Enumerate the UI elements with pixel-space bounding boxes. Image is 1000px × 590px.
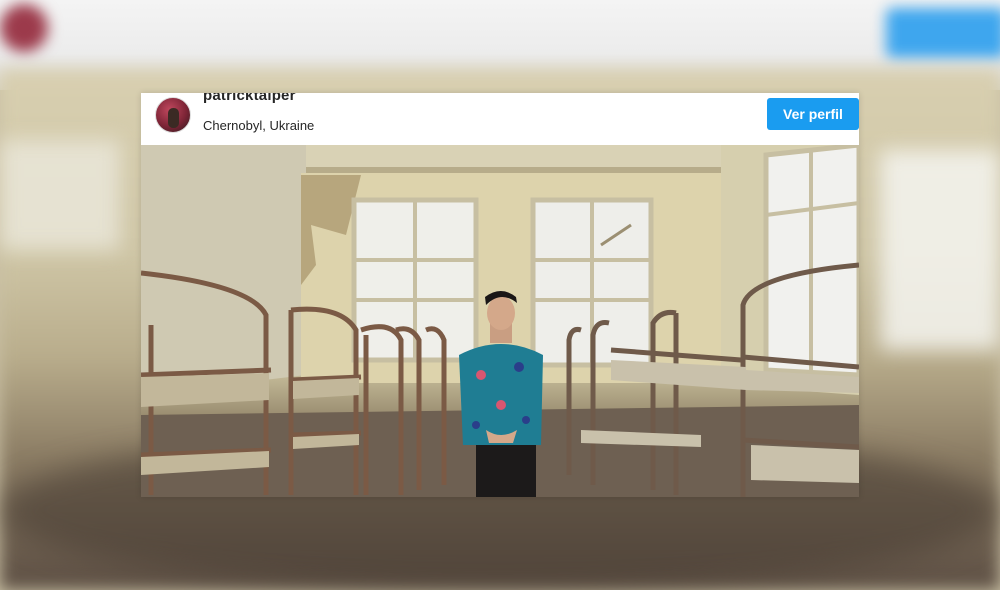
avatar-person-shape	[168, 108, 179, 128]
user-avatar[interactable]	[155, 97, 191, 133]
background-window-right	[880, 150, 1000, 350]
view-profile-button[interactable]: Ver perfil	[767, 98, 859, 130]
background-window-left	[0, 140, 120, 250]
post-header: patricktalper Chernobyl, Ukraine Ver per…	[141, 93, 859, 145]
instagram-post-embed: patricktalper Chernobyl, Ukraine Ver per…	[141, 93, 859, 497]
background-avatar-blur	[0, 4, 48, 52]
post-location[interactable]: Chernobyl, Ukraine	[203, 118, 314, 133]
left-wall	[141, 145, 306, 395]
post-username[interactable]: patricktalper	[203, 93, 296, 104]
background-button-blur	[886, 8, 1000, 58]
post-photo[interactable]	[141, 145, 859, 497]
window-right	[763, 145, 859, 378]
photo-illustration	[141, 145, 859, 497]
